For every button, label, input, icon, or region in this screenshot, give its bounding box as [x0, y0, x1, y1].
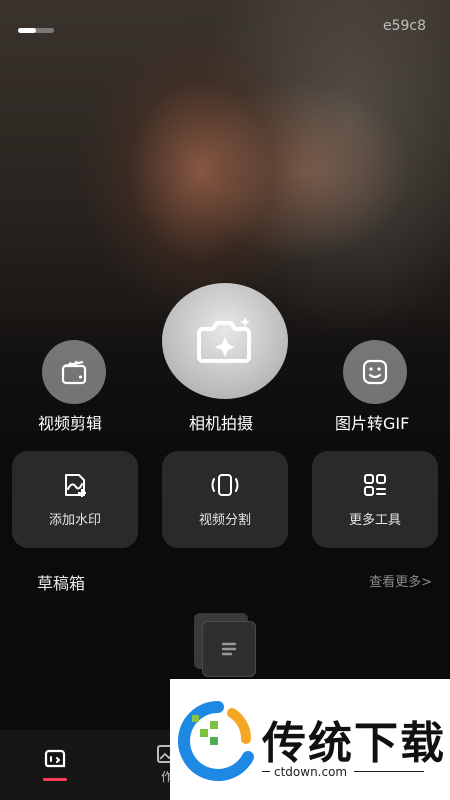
- page-indicator: [18, 28, 54, 33]
- watermark-icon: [65, 474, 86, 497]
- add-watermark-label: 添加水印: [48, 513, 101, 528]
- image-to-gif-button[interactable]: [343, 340, 407, 404]
- video-edit-label: 视频剪辑: [38, 414, 103, 433]
- site-brand-name: 传统下载: [262, 718, 446, 769]
- add-watermark-tile[interactable]: 添加水印: [12, 451, 138, 548]
- camera-shoot-label: 相机拍摄: [189, 414, 254, 433]
- document-lines-icon: [221, 642, 237, 656]
- device-id-text: e59c8: [382, 18, 426, 34]
- home-tab-icon: [44, 749, 66, 768]
- grid-icon: [364, 474, 386, 496]
- video-split-label: 视频分割: [198, 513, 251, 528]
- view-more-link[interactable]: 查看更多>: [369, 571, 432, 590]
- download-site-watermark: 传统下载 ctdown.com: [170, 679, 450, 800]
- active-tab-indicator: [43, 778, 67, 781]
- video-edit-button[interactable]: [42, 340, 106, 404]
- tab-home[interactable]: [42, 748, 68, 781]
- more-tools-tile[interactable]: 更多工具: [312, 451, 438, 548]
- video-split-icon: [211, 474, 239, 496]
- camera-shoot-button[interactable]: [162, 283, 288, 399]
- video-split-tile[interactable]: 视频分割: [162, 451, 288, 548]
- smile-sticker-icon: [362, 359, 388, 385]
- draft-empty-placeholder: [194, 613, 258, 677]
- more-tools-label: 更多工具: [348, 513, 401, 528]
- image-to-gif-label: 图片转GIF: [335, 414, 410, 433]
- clapperboard-icon: [61, 360, 87, 385]
- site-logo-icon: [178, 701, 254, 781]
- drafts-title: 草稿箱: [37, 574, 86, 593]
- camera-sparkle-icon: [197, 317, 251, 363]
- site-domain: ctdown.com: [274, 765, 348, 779]
